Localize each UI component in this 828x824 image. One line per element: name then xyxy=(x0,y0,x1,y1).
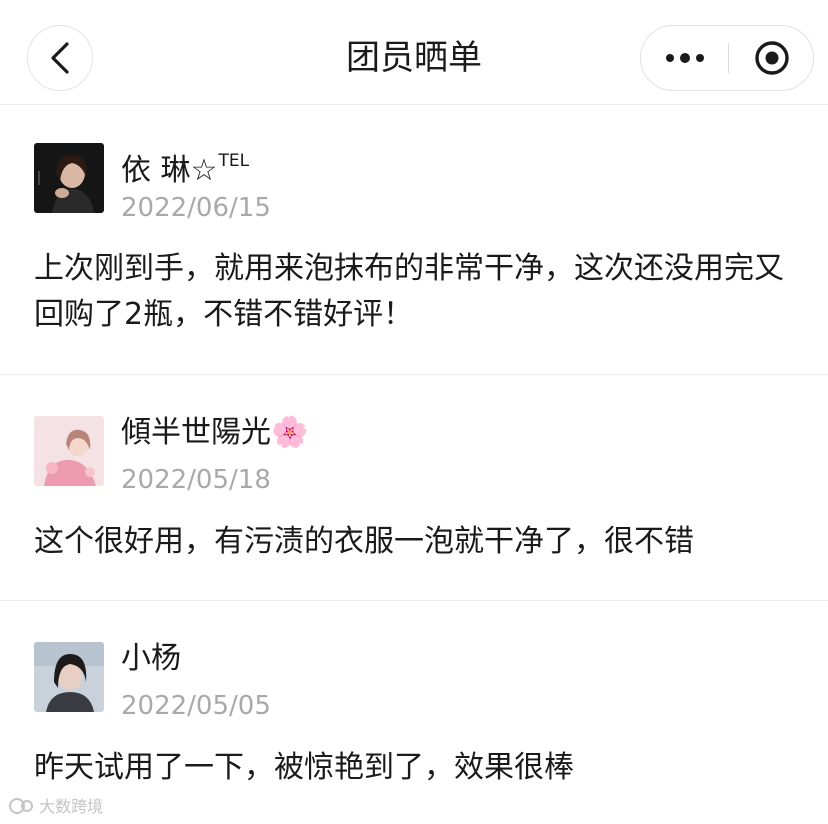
avatar[interactable] xyxy=(34,143,104,213)
reviewer-name: 傾半世陽光🌸 xyxy=(121,415,309,450)
top-nav-bar: 团员晒单 xyxy=(0,0,828,105)
watermark-logo-icon xyxy=(9,798,33,814)
review-date: 2022/05/05 xyxy=(121,691,271,721)
close-button[interactable] xyxy=(729,26,815,90)
review-date: 2022/05/18 xyxy=(121,465,271,495)
review-text: 上次刚到手，就用来泡抹布的非常干净，这次还没用完又回购了2瓶，不错不错好评！ xyxy=(34,251,784,332)
target-close-icon xyxy=(755,41,789,75)
avatar[interactable] xyxy=(34,642,104,712)
cherry-blossom-emoji: 🌸 xyxy=(271,415,309,450)
review-text: 昨天试用了一下，被惊艳到了，效果很棒 xyxy=(34,750,574,785)
reviewer-name: 小杨 xyxy=(121,641,181,676)
avatar[interactable] xyxy=(34,416,104,486)
more-button[interactable] xyxy=(641,26,729,90)
watermark: 大数跨境 xyxy=(8,796,103,818)
review-item: 依 琳☆TEL 2022/06/15 上次刚到手，就用来泡抹布的非常干净，这次还… xyxy=(0,104,828,375)
more-dots-icon xyxy=(666,53,704,63)
review-text: 这个很好用，有污渍的衣服一泡就干净了，很不错 xyxy=(34,524,694,559)
review-date: 2022/06/15 xyxy=(121,193,271,223)
name-superscript: TEL xyxy=(218,151,250,171)
reviewer-name: 依 琳☆TEL xyxy=(121,151,250,188)
review-item: 小杨 2022/05/05 昨天试用了一下，被惊艳到了，效果很棒 xyxy=(0,601,828,824)
mini-program-capsule xyxy=(640,25,814,91)
review-item: 傾半世陽光🌸 2022/05/18 这个很好用，有污渍的衣服一泡就干净了，很不错 xyxy=(0,375,828,601)
